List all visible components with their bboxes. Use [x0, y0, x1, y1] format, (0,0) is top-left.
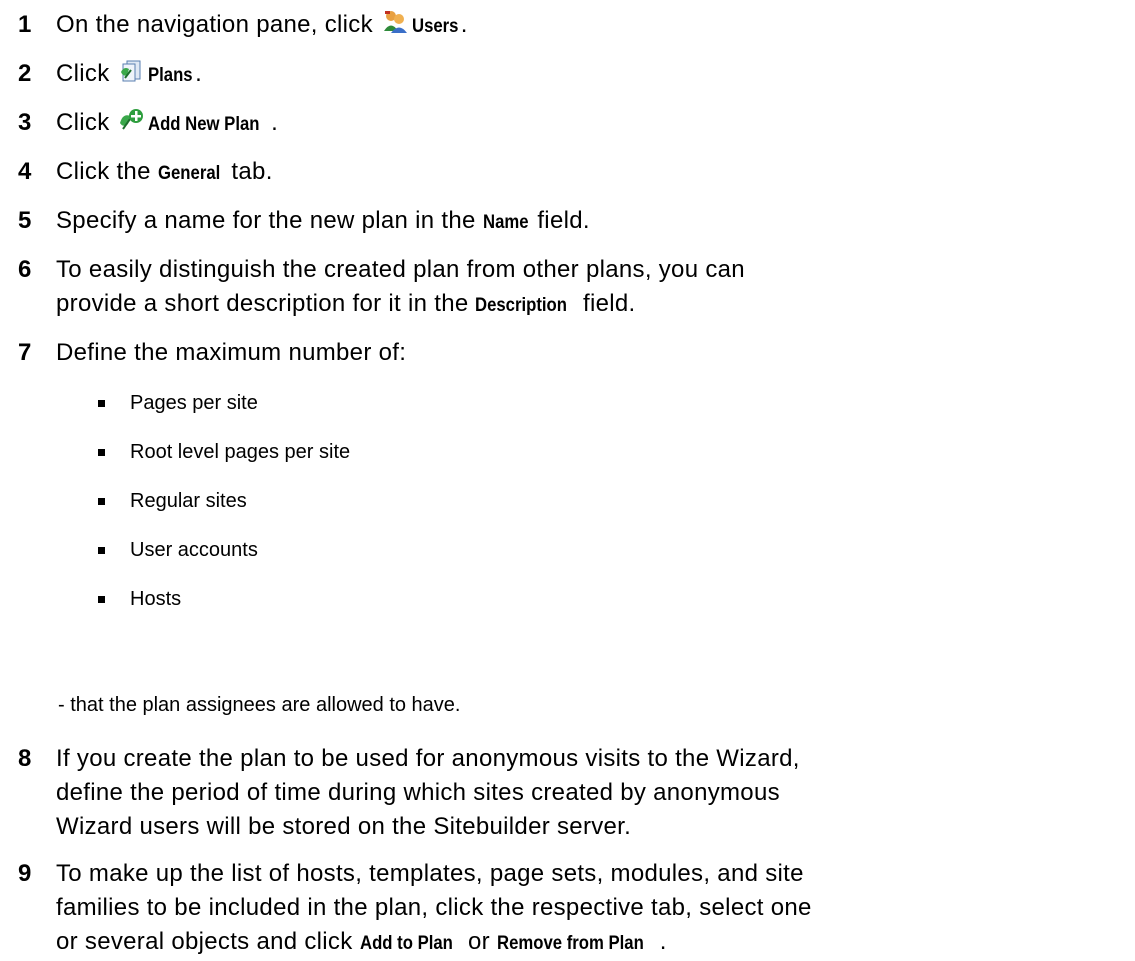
plans-label: Plans [148, 65, 194, 86]
name-field-label: Name [482, 212, 529, 233]
step-text: On the navigation pane, click Users. [56, 8, 1125, 44]
step-text: To easily distinguish the created plan f… [56, 253, 1125, 323]
step-number: 2 [18, 60, 32, 87]
step-text: To make up the list of hosts, templates,… [56, 857, 1125, 961]
step-number: 4 [18, 158, 32, 185]
step-number: 3 [18, 109, 32, 136]
add-new-plan-label: Add New Plan [148, 114, 260, 135]
general-tab-label: General [157, 163, 220, 184]
remove-from-plan-label: Remove from Plan [496, 933, 644, 954]
list-footnote: - that the plan assignees are allowed to… [58, 694, 461, 716]
step-text: Click Add New Plan. [56, 106, 1125, 142]
step-number: 5 [18, 207, 32, 234]
step-text: Click Plans. [56, 57, 1125, 93]
step-number: 9 [18, 860, 32, 887]
step-text: Click the General tab. [56, 155, 1125, 191]
step-number: 1 [18, 11, 32, 38]
add-to-plan-label: Add to Plan [359, 933, 453, 954]
add-plan-icon [118, 107, 144, 133]
step-text: Specify a name for the new plan in the N… [56, 204, 1125, 240]
description-field-label: Description [475, 295, 568, 316]
step-number: 6 [18, 256, 32, 283]
step-number: 7 [18, 339, 32, 366]
step-number: 8 [18, 745, 32, 772]
users-label: Users [411, 16, 459, 37]
step-text: If you create the plan to be used for an… [56, 745, 800, 840]
step-text: Define the maximum number of: [56, 339, 407, 366]
users-icon [382, 9, 408, 35]
plans-icon [118, 58, 144, 84]
